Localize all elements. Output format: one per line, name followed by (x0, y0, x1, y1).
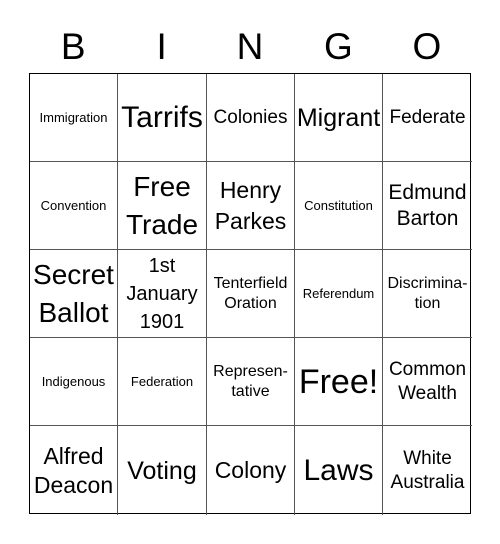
bingo-cell[interactable]: Colonies (207, 74, 295, 162)
bingo-cell-text: White Australia (390, 447, 465, 493)
bingo-card-grid: Immigration Tarrifs Colonies Migrant Federat… (29, 73, 472, 515)
bingo-cell[interactable]: Alfred Deacon (30, 426, 118, 515)
bingo-cell[interactable]: Federate (383, 74, 472, 162)
bingo-cell-text: Free! (298, 362, 379, 401)
bingo-cell[interactable]: Constitution (295, 162, 383, 250)
bingo-cell[interactable]: Convention (30, 162, 118, 250)
bingo-cell-text: Federate (389, 106, 466, 128)
bingo-cell-text: Tenterfield Oration (213, 274, 288, 312)
bingo-cell[interactable]: Indigenous (30, 338, 118, 426)
bingo-cell[interactable]: Edmund Barton (383, 162, 472, 250)
bingo-cell[interactable]: Free Trade (118, 162, 207, 250)
bingo-header: B I N G O (29, 22, 471, 72)
bingo-cell[interactable]: Voting (118, 426, 207, 515)
bingo-cell-text: Alfred Deacon (33, 442, 114, 498)
bingo-cell[interactable]: Tarrifs (118, 74, 207, 162)
bingo-cell[interactable]: Tenterfield Oration (207, 250, 295, 338)
bingo-cell[interactable]: Referendum (295, 250, 383, 338)
bingo-cell-text: Discrimina- tion (387, 274, 468, 312)
bingo-cell-text: Edmund Barton (388, 180, 467, 230)
bingo-cell-text: Migrant (296, 103, 381, 132)
bingo-cell-text: Colony (214, 457, 287, 483)
bingo-cell-text: Indigenous (41, 373, 106, 389)
bingo-cell-text: Common Wealth (388, 358, 467, 404)
bingo-cell-text: Represen- tative (213, 362, 288, 400)
header-letter-n: N (236, 26, 264, 67)
bingo-cell-text: Henry Parkes (214, 176, 287, 234)
bingo-cell[interactable]: Immigration (30, 74, 118, 162)
bingo-cell[interactable]: Henry Parkes (207, 162, 295, 250)
bingo-cell-text: Immigration (39, 109, 108, 125)
header-letter-g: G (324, 26, 353, 67)
bingo-cell-text: Federation (130, 373, 194, 389)
bingo-cell-text: Secret Ballot (33, 258, 114, 328)
bingo-cell-text: Free Trade (125, 170, 199, 240)
bingo-cell[interactable]: Migrant (295, 74, 383, 162)
bingo-cell[interactable]: Federation (118, 338, 207, 426)
bingo-cell-text: Laws (303, 453, 374, 487)
bingo-cell[interactable]: 1st January 1901 (118, 250, 207, 338)
bingo-cell-text: Convention (40, 197, 107, 213)
bingo-cell[interactable]: Secret Ballot (30, 250, 118, 338)
bingo-cell[interactable]: Represen- tative (207, 338, 295, 426)
bingo-cell[interactable]: Discrimina- tion (383, 250, 472, 338)
header-letter-o: O (412, 26, 442, 67)
bingo-cell[interactable]: White Australia (383, 426, 472, 515)
bingo-cell-text: Tarrifs (121, 100, 203, 134)
bingo-cell[interactable]: Laws (295, 426, 383, 515)
bingo-cell-text: Voting (127, 456, 197, 485)
bingo-cell-text: Colonies (213, 106, 288, 128)
bingo-cell-text: Referendum (302, 285, 375, 301)
bingo-cell[interactable]: Colony (207, 426, 295, 515)
bingo-cell-text: Constitution (304, 197, 373, 213)
free-space-cell[interactable]: Free! (295, 338, 383, 426)
header-letter-b: B (60, 26, 86, 67)
header-letter-i: I (156, 26, 167, 67)
bingo-cell-text: 1st January 1901 (126, 254, 198, 333)
bingo-cell[interactable]: Common Wealth (383, 338, 472, 426)
